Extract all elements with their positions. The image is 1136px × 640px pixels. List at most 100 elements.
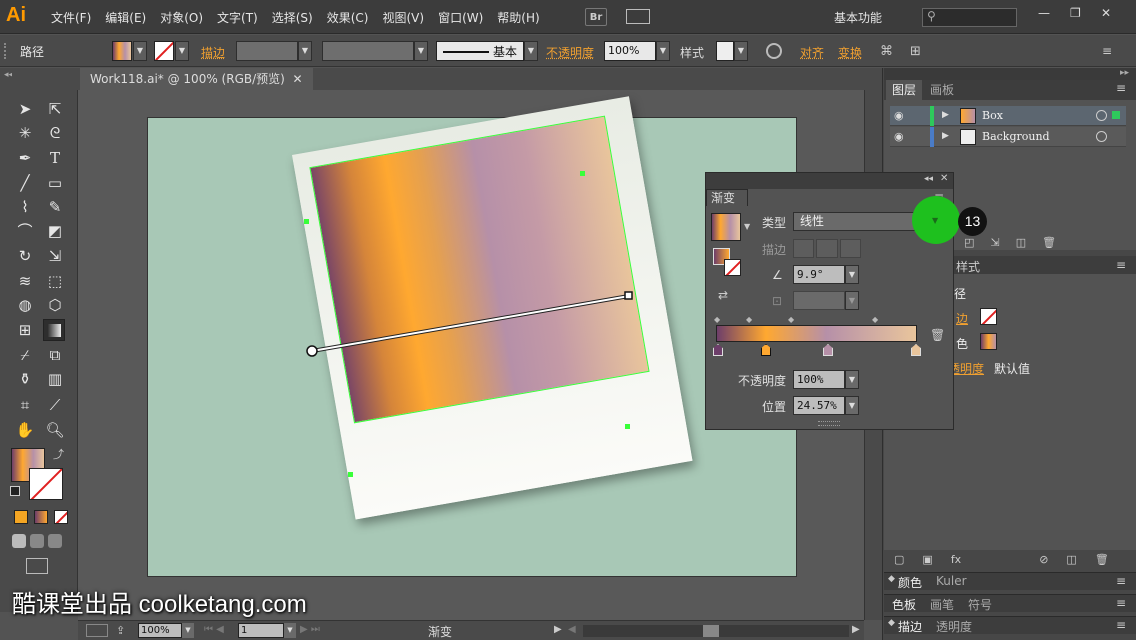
delete-stop-icon[interactable]: 🗑︎ <box>930 328 945 342</box>
panel-collapse-icon[interactable]: ◂◂ <box>924 174 933 184</box>
add-fill-icon[interactable]: ▣ <box>922 553 932 567</box>
menu-help[interactable]: 帮助(H) <box>490 9 546 26</box>
horizontal-scrollbar[interactable] <box>583 625 849 637</box>
tab-color[interactable]: 颜色 <box>898 574 922 591</box>
blend-tool-icon[interactable]: ⧉ <box>44 344 66 366</box>
expand-arrow-icon[interactable]: ▶ <box>942 131 949 141</box>
gradient-panel-titlebar[interactable]: ◂◂ ✕ <box>706 173 953 189</box>
clear-appearance-icon[interactable]: ⊘ <box>1039 553 1048 567</box>
gradient-opacity-field[interactable]: 100% <box>793 370 845 389</box>
layer-row[interactable]: ◉ ▶ Background <box>890 127 1126 147</box>
align-link[interactable]: 对齐 <box>800 44 824 61</box>
shape-builder-tool-icon[interactable]: ◍ <box>14 294 36 316</box>
eye-icon[interactable]: ◉ <box>894 130 904 143</box>
resize-grip-icon[interactable] <box>818 421 840 426</box>
brush-definition[interactable]: 基本 <box>436 41 524 61</box>
swap-colors-icon[interactable]: ⤴ <box>53 446 64 462</box>
scroll-right-arrow[interactable]: ▶ <box>852 624 860 635</box>
gradient-stroke-indicator[interactable] <box>724 259 741 276</box>
tab-brushes[interactable]: 画笔 <box>930 596 954 613</box>
color-panel-menu-icon[interactable]: ≡ <box>1116 574 1126 588</box>
recolor-artwork-icon[interactable] <box>766 43 782 59</box>
variable-width-dropdown[interactable]: ▼ <box>414 41 428 61</box>
menu-view[interactable]: 视图(V) <box>375 9 431 26</box>
arrange-icon[interactable]: ⊞ <box>910 44 921 59</box>
pen-tool-icon[interactable]: ✒ <box>14 147 36 169</box>
arrange-documents-icon[interactable] <box>626 9 650 24</box>
menu-file[interactable]: 文件(F) <box>44 9 98 26</box>
make-clipping-mask-icon[interactable]: ◰ <box>964 236 974 250</box>
add-stroke-icon[interactable]: ▢ <box>894 553 904 567</box>
blob-brush-tool-icon[interactable]: ⌒ <box>14 220 36 242</box>
expand-arrow-icon[interactable]: ▶ <box>942 110 949 120</box>
stroke-swatch[interactable] <box>154 41 174 61</box>
type-tool-icon[interactable]: T <box>44 147 66 169</box>
menu-select[interactable]: 选择(S) <box>265 9 320 26</box>
share-icon[interactable]: ⇪ <box>116 624 125 637</box>
selection-tool-icon[interactable]: ➤ <box>14 98 36 120</box>
layer-name[interactable]: Box <box>982 109 1003 122</box>
tab-gradient[interactable]: 渐变 <box>706 189 748 206</box>
polaroid-frame[interactable] <box>292 96 693 520</box>
midpoint-diamond[interactable]: ◆ <box>872 315 878 324</box>
first-artboard-button[interactable]: ⏮ ◀ <box>204 624 224 635</box>
panel-close-icon[interactable]: ✕ <box>940 173 948 184</box>
artboard-number-field[interactable]: 1 <box>238 623 284 638</box>
direct-selection-tool-icon[interactable]: ⇱ <box>44 98 66 120</box>
opacity-dropdown[interactable]: ▼ <box>656 41 670 61</box>
reverse-gradient-icon[interactable]: ⇄ <box>718 288 728 302</box>
gradient-box[interactable] <box>309 115 650 424</box>
gradient-tool-icon[interactable] <box>43 319 65 341</box>
menu-effect[interactable]: 效果(C) <box>320 9 376 26</box>
maximize-button[interactable]: ❐ <box>1070 6 1081 20</box>
gradient-angle-field[interactable]: 9.9° <box>793 265 845 284</box>
gradient-presets-dropdown[interactable]: ▼ <box>744 222 750 231</box>
transform-link[interactable]: 变换 <box>838 44 862 61</box>
selection-indicator[interactable] <box>1112 111 1120 119</box>
eye-icon[interactable]: ◉ <box>894 109 904 122</box>
gradient-angle-dropdown[interactable]: ▼ <box>845 265 859 284</box>
gradient-slider[interactable] <box>716 325 917 342</box>
document-tab[interactable]: Work118.ai* @ 100% (RGB/预览) ✕ <box>80 68 313 90</box>
appearance-stroke-swatch[interactable] <box>980 308 997 325</box>
appearance-fill-label[interactable]: 色 <box>956 335 968 352</box>
graphic-style-swatch[interactable] <box>716 41 734 61</box>
free-transform-tool-icon[interactable]: ⬚ <box>44 270 66 292</box>
stroke-dropdown[interactable]: ▼ <box>175 41 189 61</box>
delete-layer-icon[interactable]: 🗑︎ <box>1042 236 1056 250</box>
appearance-fill-swatch[interactable] <box>980 333 997 350</box>
gradient-mode-icon[interactable] <box>34 510 48 524</box>
variable-width-field[interactable] <box>322 41 414 61</box>
tab-symbols[interactable]: 符号 <box>968 596 992 613</box>
rectangle-tool-icon[interactable]: ▭ <box>44 172 66 194</box>
stroke-weight-label[interactable]: 描边 <box>201 44 225 61</box>
menu-window[interactable]: 窗口(W) <box>431 9 490 26</box>
isolate-icon[interactable]: ⌘ <box>880 44 893 59</box>
gradient-opacity-dropdown[interactable]: ▼ <box>845 370 859 389</box>
fill-dropdown[interactable]: ▼ <box>133 41 147 61</box>
create-sublayer-icon[interactable]: ⇲ <box>990 236 999 250</box>
midpoint-diamond[interactable]: ◆ <box>746 315 752 324</box>
layer-name[interactable]: Background <box>982 130 1050 143</box>
rotate-tool-icon[interactable]: ↻ <box>14 245 36 267</box>
tab-graphic-styles[interactable]: 样式 <box>956 258 980 275</box>
search-input[interactable]: ⚲ <box>922 8 1017 27</box>
midpoint-diamond[interactable]: ◆ <box>714 315 720 324</box>
zoom-field[interactable]: 100% <box>138 623 182 638</box>
brush-dropdown[interactable]: ▼ <box>524 41 538 61</box>
graphic-style-dropdown[interactable]: ▼ <box>734 41 748 61</box>
aspect-ratio-field[interactable] <box>793 291 845 310</box>
tab-layers[interactable]: 图层 <box>886 80 923 100</box>
hand-tool-icon[interactable]: ✋ <box>14 419 36 441</box>
magic-wand-tool-icon[interactable]: ✳ <box>14 122 36 144</box>
gradient-location-dropdown[interactable]: ▼ <box>845 396 859 415</box>
gradient-location-field[interactable]: 24.57% <box>793 396 845 415</box>
opacity-label[interactable]: 不透明度 <box>546 44 594 61</box>
slice-tool-icon[interactable]: ⟋ <box>44 394 66 416</box>
add-effect-icon[interactable]: fx <box>951 553 961 567</box>
column-graph-tool-icon[interactable]: ▥ <box>44 368 66 390</box>
artboard-nav-icon[interactable] <box>86 624 108 637</box>
perspective-grid-tool-icon[interactable]: ⬡ <box>44 294 66 316</box>
none-mode-icon[interactable] <box>54 510 68 524</box>
symbol-sprayer-tool-icon[interactable]: ⚱ <box>14 368 36 390</box>
